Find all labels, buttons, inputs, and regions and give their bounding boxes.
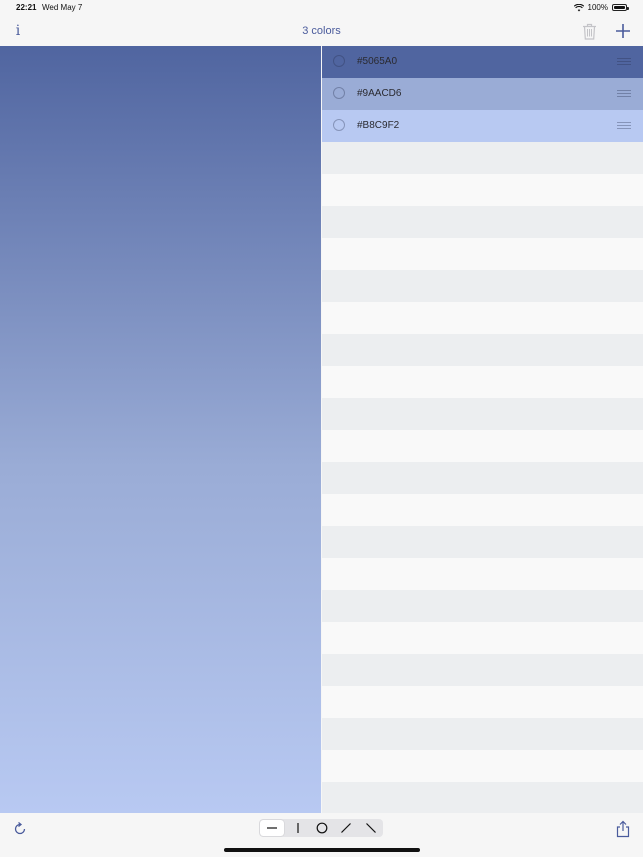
status-time: 22:21	[16, 3, 37, 12]
battery-percent: 100%	[587, 3, 608, 12]
color-row[interactable]: #5065A0	[322, 46, 643, 78]
select-radio[interactable]	[333, 87, 345, 99]
app-window: 22:21 Wed May 7 100% i 3 colors #5065A0 …	[0, 0, 643, 857]
diagonal-down-icon	[365, 823, 376, 833]
diagonal-up-icon	[341, 823, 352, 833]
horizontal-line-icon	[267, 827, 278, 829]
circle-icon	[316, 822, 328, 834]
status-bar: 22:21 Wed May 7 100%	[0, 0, 643, 16]
color-list: #5065A0 #9AACD6 #B8C9F2	[322, 46, 643, 813]
select-radio[interactable]	[333, 55, 345, 67]
nav-bar: i 3 colors	[0, 16, 643, 46]
wifi-icon	[573, 3, 584, 11]
mode-radial[interactable]	[310, 819, 334, 837]
reorder-handle-icon[interactable]	[617, 90, 631, 98]
color-hex-label: #5065A0	[357, 56, 398, 67]
home-indicator[interactable]	[224, 848, 420, 852]
color-row[interactable]: #9AACD6	[322, 78, 643, 110]
mode-vertical[interactable]	[285, 819, 309, 837]
refresh-icon[interactable]	[12, 821, 28, 837]
mode-diagonal-up[interactable]	[334, 819, 358, 837]
gradient-preview	[0, 46, 321, 813]
color-hex-label: #9AACD6	[357, 88, 402, 99]
share-icon[interactable]	[615, 820, 631, 838]
select-radio[interactable]	[333, 119, 345, 131]
trash-icon[interactable]	[582, 23, 597, 40]
vertical-line-icon	[297, 823, 299, 833]
reorder-handle-icon[interactable]	[617, 58, 631, 66]
status-right: 100%	[573, 3, 629, 12]
status-date: Wed May 7	[42, 3, 83, 12]
gradient-mode-control	[259, 819, 383, 837]
battery-icon	[612, 4, 629, 11]
color-hex-label: #B8C9F2	[357, 120, 400, 131]
color-row[interactable]: #B8C9F2	[322, 110, 643, 142]
mode-diagonal-down[interactable]	[359, 819, 383, 837]
mode-horizontal[interactable]	[260, 820, 285, 836]
add-icon[interactable]	[614, 22, 632, 40]
page-title: 3 colors	[302, 25, 341, 37]
reorder-handle-icon[interactable]	[617, 122, 631, 130]
